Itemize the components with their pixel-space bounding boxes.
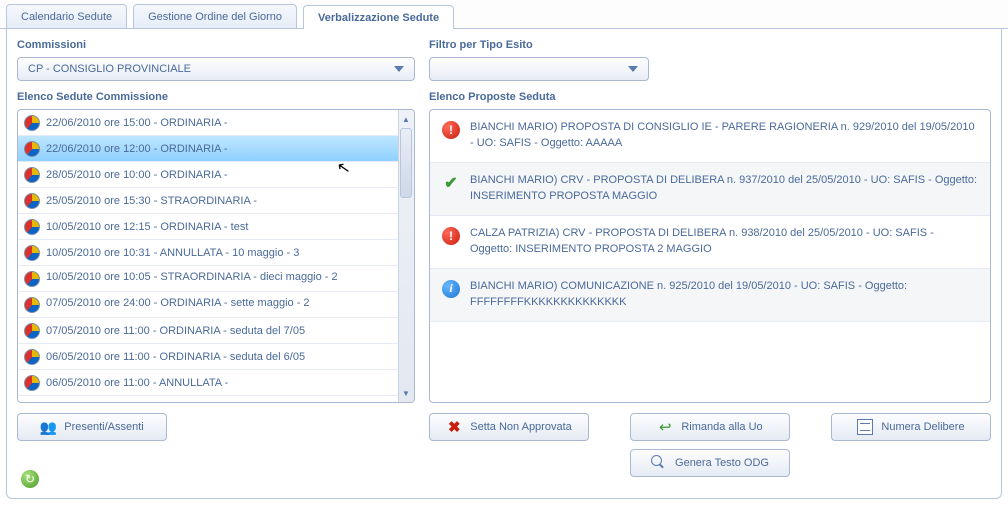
pie-chart-icon <box>24 219 40 235</box>
proposta-text: BIANCHI MARIO) COMUNICAZIONE n. 925/2010… <box>470 279 978 311</box>
pie-chart-icon <box>24 193 40 209</box>
seduta-text: 10/05/2010 ore 12:15 - ORDINARIA - test <box>46 221 248 233</box>
seduta-row[interactable]: 25/05/2010 ore 15:30 - STRAORDINARIA - <box>18 188 398 214</box>
seduta-text: 25/05/2010 ore 15:30 - STRAORDINARIA - <box>46 195 257 207</box>
scroll-thumb[interactable] <box>400 128 412 198</box>
check-icon <box>442 174 460 192</box>
pie-chart-icon <box>24 297 40 313</box>
presenti-assenti-button[interactable]: Presenti/Assenti <box>17 413 167 441</box>
proposta-row[interactable]: BIANCHI MARIO) CRV - PROPOSTA DI DELIBER… <box>430 163 990 216</box>
proposta-row[interactable]: BIANCHI MARIO) COMUNICAZIONE n. 925/2010… <box>430 269 990 322</box>
commissioni-select[interactable]: CP - CONSIGLIO PROVINCIALE <box>17 57 415 81</box>
seduta-row[interactable]: 22/06/2010 ore 15:00 - ORDINARIA - <box>18 110 398 136</box>
tab-gestione-odg[interactable]: Gestione Ordine del Giorno <box>133 4 297 28</box>
magnifier-icon <box>651 455 667 471</box>
seduta-row[interactable]: 28/05/2010 ore 10:00 - ORDINARIA - <box>18 162 398 188</box>
pie-chart-icon <box>24 141 40 157</box>
seduta-row[interactable]: 06/05/2010 ore 11:00 - ORDINARIA - sedut… <box>18 344 398 370</box>
proposta-row[interactable]: BIANCHI MARIO) PROPOSTA DI CONSIGLIO IE … <box>430 110 990 163</box>
seduta-text: 22/06/2010 ore 12:00 - ORDINARIA - <box>46 143 228 155</box>
people-icon <box>40 419 56 435</box>
undo-icon <box>657 419 673 435</box>
x-icon <box>446 419 462 435</box>
info-icon <box>442 280 460 298</box>
presenti-assenti-label: Presenti/Assenti <box>64 421 143 433</box>
warning-icon <box>442 121 460 139</box>
sedute-listbox[interactable]: 22/06/2010 ore 15:00 - ORDINARIA - 22/06… <box>17 109 415 403</box>
filtro-esito-select[interactable] <box>429 57 649 81</box>
pie-chart-icon <box>24 349 40 365</box>
pie-chart-icon <box>24 271 40 287</box>
seduta-row[interactable]: 07/05/2010 ore 11:00 - ORDINARIA - sedut… <box>18 318 398 344</box>
seduta-text: 06/05/2010 ore 11:00 - ORDINARIA - sedut… <box>46 351 305 363</box>
seduta-text: 28/05/2010 ore 10:00 - ORDINARIA - <box>46 169 228 181</box>
numera-delibere-button[interactable]: Numera Delibere <box>831 413 991 441</box>
warning-icon <box>442 227 460 245</box>
seduta-text: 07/05/2010 ore 11:00 - ORDINARIA - sedut… <box>46 325 305 337</box>
pie-chart-icon <box>24 245 40 261</box>
commissioni-label: Commissioni <box>17 39 415 51</box>
seduta-row[interactable]: 10/05/2010 ore 10:31 - ANNULLATA - 10 ma… <box>18 240 398 266</box>
btn-label: Rimanda alla Uo <box>681 421 762 433</box>
seduta-text: 10/05/2010 ore 10:31 - ANNULLATA - 10 ma… <box>46 247 299 259</box>
setta-non-approvata-button[interactable]: Setta Non Approvata <box>429 413 589 441</box>
chevron-down-icon <box>390 60 408 78</box>
tab-verbalizzazione[interactable]: Verbalizzazione Sedute <box>303 5 454 29</box>
elenco-proposte-label: Elenco Proposte Seduta <box>429 91 991 103</box>
proposta-text: BIANCHI MARIO) CRV - PROPOSTA DI DELIBER… <box>470 173 978 205</box>
seduta-row[interactable]: 10/05/2010 ore 10:05 - STRAORDINARIA - d… <box>18 266 398 292</box>
commissioni-value: CP - CONSIGLIO PROVINCIALE <box>28 63 191 75</box>
scroll-up-icon[interactable]: ▲ <box>400 112 412 126</box>
btn-label: Numera Delibere <box>881 421 964 433</box>
seduta-text: 06/05/2010 ore 11:00 - ANNULLATA - <box>46 377 228 389</box>
left-column: Commissioni CP - CONSIGLIO PROVINCIALE E… <box>17 39 415 486</box>
app-window: Calendario Sedute Gestione Ordine del Gi… <box>0 0 1008 509</box>
proposte-list: BIANCHI MARIO) PROPOSTA DI CONSIGLIO IE … <box>429 109 991 403</box>
seduta-text: 22/06/2010 ore 15:00 - ORDINARIA - <box>46 117 228 129</box>
btn-label: Genera Testo ODG <box>675 457 769 469</box>
seduta-text: 07/05/2010 ore 24:00 - ORDINARIA - sette… <box>46 297 310 309</box>
pie-chart-icon <box>24 167 40 183</box>
scrollbar[interactable]: ▲ ▼ <box>398 110 414 402</box>
pie-chart-icon <box>24 115 40 131</box>
document-icon <box>857 419 873 435</box>
seduta-row[interactable]: 22/06/2010 ore 12:00 - ORDINARIA - <box>18 136 398 162</box>
refresh-icon[interactable] <box>21 470 39 488</box>
tab-bar: Calendario Sedute Gestione Ordine del Gi… <box>0 0 1008 29</box>
seduta-row[interactable]: 07/05/2010 ore 24:00 - ORDINARIA - sette… <box>18 292 398 318</box>
btn-label: Setta Non Approvata <box>470 421 572 433</box>
seduta-row[interactable]: 10/05/2010 ore 12:15 - ORDINARIA - test <box>18 214 398 240</box>
pie-chart-icon <box>24 375 40 391</box>
proposta-text: CALZA PATRIZIA) CRV - PROPOSTA DI DELIBE… <box>470 226 978 258</box>
right-column: Filtro per Tipo Esito Elenco Proposte Se… <box>429 39 991 486</box>
proposta-text: BIANCHI MARIO) PROPOSTA DI CONSIGLIO IE … <box>470 120 978 152</box>
scroll-down-icon[interactable]: ▼ <box>400 386 412 400</box>
filtro-label: Filtro per Tipo Esito <box>429 39 991 51</box>
seduta-text: 10/05/2010 ore 10:05 - STRAORDINARIA - d… <box>46 271 338 283</box>
elenco-sedute-label: Elenco Sedute Commissione <box>17 91 415 103</box>
rimanda-alla-uo-button[interactable]: Rimanda alla Uo <box>630 413 790 441</box>
pie-chart-icon <box>24 323 40 339</box>
seduta-row[interactable]: 06/05/2010 ore 11:00 - ANNULLATA - <box>18 370 398 396</box>
tab-calendario[interactable]: Calendario Sedute <box>6 4 127 28</box>
tab-content: Commissioni CP - CONSIGLIO PROVINCIALE E… <box>6 29 1002 499</box>
chevron-down-icon <box>624 60 642 78</box>
genera-testo-odg-button[interactable]: Genera Testo ODG <box>630 449 790 477</box>
proposta-row[interactable]: CALZA PATRIZIA) CRV - PROPOSTA DI DELIBE… <box>430 216 990 269</box>
